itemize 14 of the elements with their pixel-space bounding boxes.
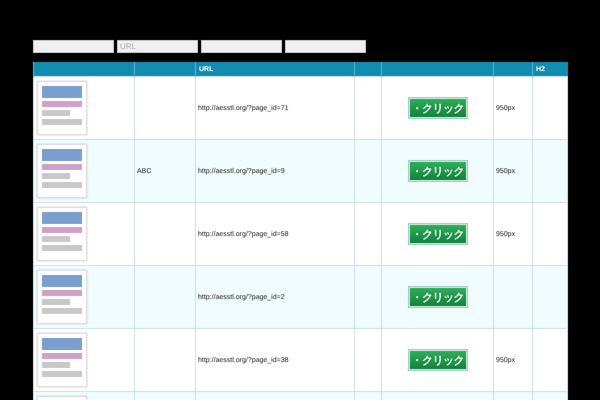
click-button[interactable]: ・クリック [408,350,466,370]
click-button[interactable]: ・クリック [408,224,466,244]
filter-field[interactable]: URL [117,40,198,53]
page-thumbnail [37,81,87,135]
filter-field[interactable] [285,40,366,53]
filter-field[interactable] [33,40,114,53]
click-button[interactable]: ・クリック [408,98,466,118]
page-thumbnail [37,207,87,261]
page-thumbnail [37,333,87,387]
click-button[interactable]: ・クリック [408,287,466,307]
filter-field[interactable] [201,40,282,53]
click-button[interactable]: ・クリック [408,161,466,181]
page-thumbnail [37,270,87,324]
page-thumbnail [37,144,87,198]
